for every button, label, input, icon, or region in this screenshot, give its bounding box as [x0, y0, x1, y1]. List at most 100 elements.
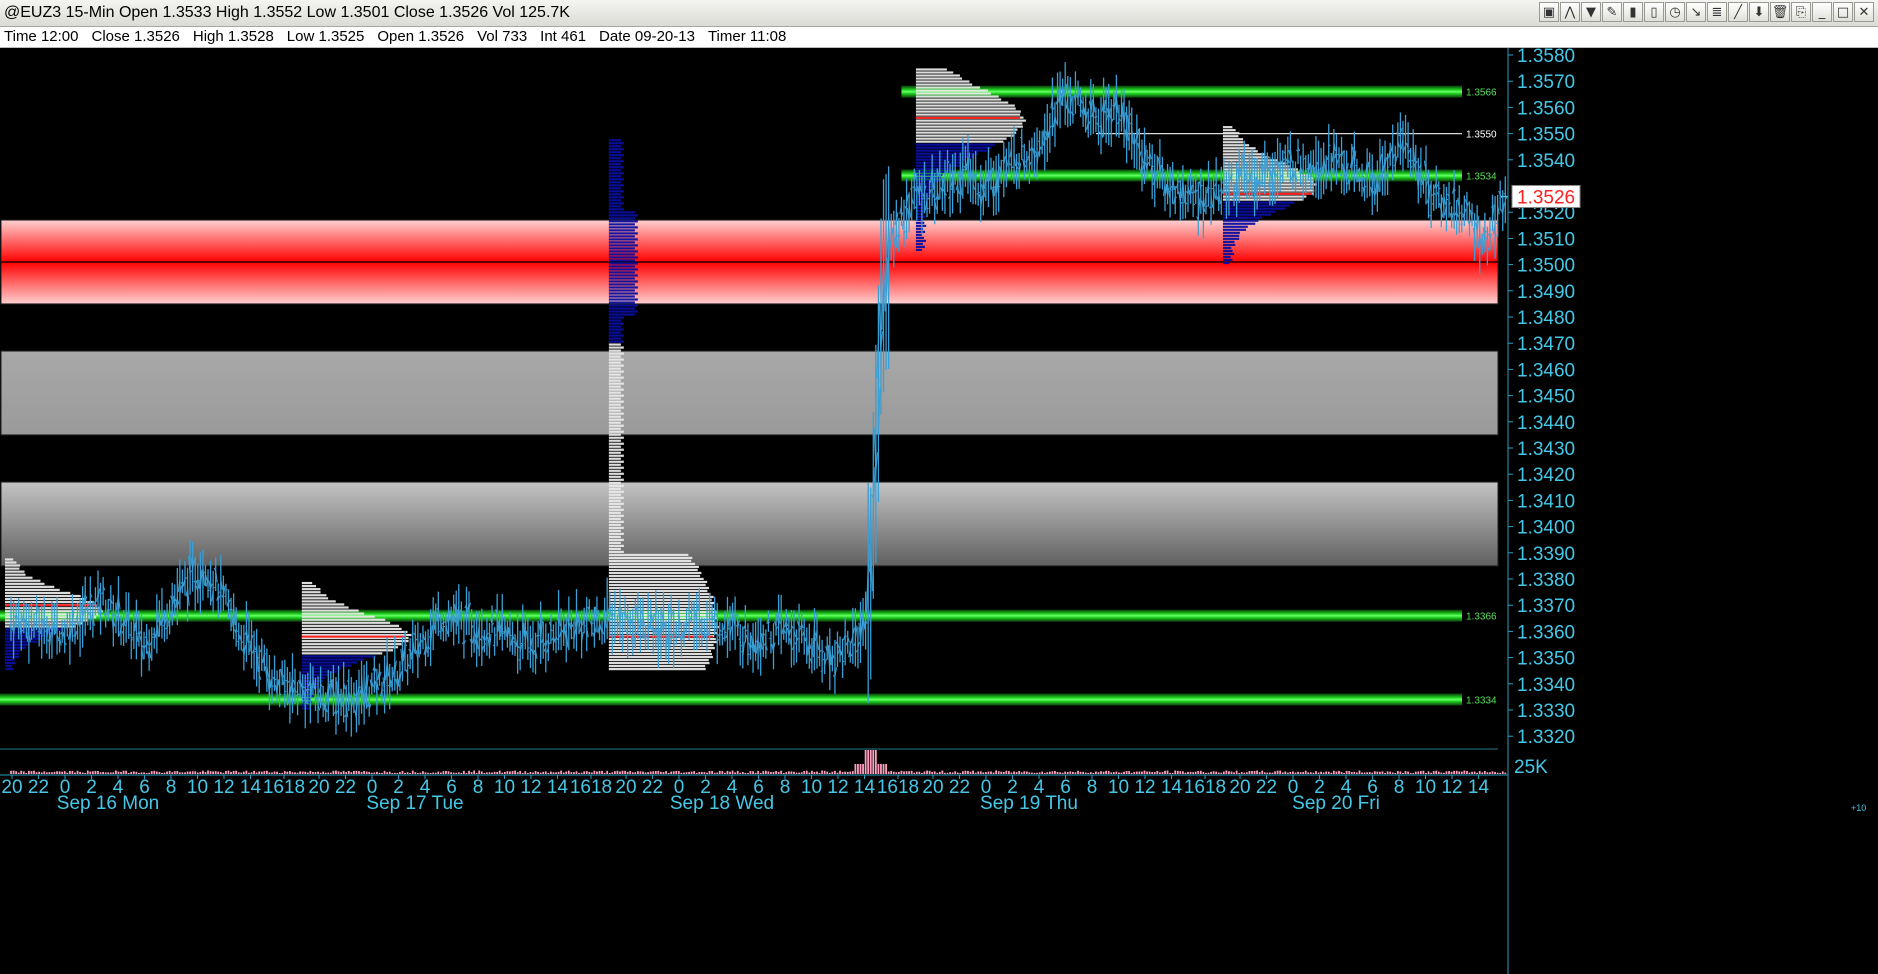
price-bar[interactable]: [1388, 142, 1393, 166]
price-bar[interactable]: [1209, 179, 1214, 225]
price-bar[interactable]: [1029, 137, 1035, 171]
price-bar[interactable]: [771, 623, 776, 670]
price-bar[interactable]: [415, 622, 420, 679]
price-bar[interactable]: [1431, 184, 1436, 212]
price-bar[interactable]: [147, 629, 152, 671]
price-bar[interactable]: [484, 617, 489, 656]
price-bar[interactable]: [1065, 76, 1070, 128]
price-bar[interactable]: [574, 588, 579, 652]
price-bar[interactable]: [88, 576, 93, 631]
price-bar[interactable]: [252, 630, 257, 680]
price-bar[interactable]: [1096, 108, 1101, 146]
price-bar[interactable]: [763, 629, 768, 659]
price-bar[interactable]: [584, 596, 589, 652]
price-bar[interactable]: [681, 622, 687, 647]
price-bar[interactable]: [840, 638, 845, 679]
price-bar[interactable]: [830, 645, 835, 672]
price-bar[interactable]: [336, 665, 341, 725]
price-bar[interactable]: [720, 623, 725, 646]
price-bar[interactable]: [505, 620, 510, 648]
price-bar[interactable]: [1045, 104, 1050, 163]
price-bar[interactable]: [1007, 141, 1011, 174]
price-bar[interactable]: [740, 626, 745, 669]
trash-icon[interactable]: 🗑: [1770, 2, 1790, 22]
drawing-icon[interactable]: ⋀: [1560, 2, 1580, 22]
price-bar[interactable]: [832, 639, 838, 694]
price-bar[interactable]: [1055, 72, 1060, 126]
price-bar[interactable]: [988, 157, 994, 190]
minimize-icon[interactable]: _: [1812, 2, 1832, 22]
price-bar[interactable]: [369, 672, 374, 695]
price-bar[interactable]: [410, 619, 415, 674]
price-bar[interactable]: [239, 624, 244, 651]
price-bar[interactable]: [1019, 128, 1024, 161]
price-bar[interactable]: [344, 685, 349, 732]
price-bar[interactable]: [594, 596, 600, 632]
price-bar[interactable]: [1326, 124, 1331, 177]
price-bar[interactable]: [241, 624, 246, 671]
price-bar[interactable]: [341, 661, 346, 723]
price-bar[interactable]: [510, 621, 515, 655]
link-icon[interactable]: ⎘: [1791, 2, 1811, 22]
price-bar[interactable]: [349, 677, 354, 737]
price-bar[interactable]: [1183, 184, 1188, 219]
price-bar[interactable]: [1178, 179, 1183, 221]
price-bar[interactable]: [1052, 102, 1058, 147]
indicator-icon[interactable]: ▼: [1581, 2, 1601, 22]
price-bar[interactable]: [937, 150, 942, 200]
price-bar[interactable]: [431, 597, 436, 651]
price-bar[interactable]: [1139, 139, 1145, 192]
price-bar[interactable]: [144, 623, 149, 654]
clock-icon[interactable]: ◷: [1665, 2, 1685, 22]
price-bar[interactable]: [405, 654, 410, 686]
price-bar[interactable]: [820, 639, 825, 683]
price-bar[interactable]: [551, 624, 556, 651]
price-bar[interactable]: [837, 636, 843, 663]
price-bar[interactable]: [134, 599, 139, 660]
line-tool-icon[interactable]: ╱: [1728, 2, 1748, 22]
price-bar[interactable]: [546, 633, 551, 661]
price-bar[interactable]: [1109, 99, 1114, 147]
price-bar[interactable]: [564, 616, 569, 663]
price-bar[interactable]: [1398, 112, 1403, 165]
pencil-icon[interactable]: ✎: [1602, 2, 1622, 22]
price-bar[interactable]: [1337, 147, 1342, 169]
price-bar[interactable]: [761, 624, 766, 657]
price-bar[interactable]: [1137, 128, 1142, 171]
price-bar[interactable]: [807, 623, 812, 669]
price-bar[interactable]: [1047, 112, 1052, 153]
price-bar[interactable]: [605, 577, 610, 640]
price-bar[interactable]: [1191, 175, 1196, 218]
price-bar[interactable]: [1170, 161, 1175, 204]
price-bar[interactable]: [1395, 122, 1400, 158]
price-bar[interactable]: [1352, 131, 1357, 192]
price-bar[interactable]: [1042, 113, 1047, 171]
price-bar[interactable]: [101, 577, 106, 606]
price-bar[interactable]: [377, 663, 382, 686]
price-bar[interactable]: [1464, 191, 1470, 221]
price-bar[interactable]: [492, 627, 497, 656]
price-bar[interactable]: [738, 624, 742, 666]
price-bar[interactable]: [717, 622, 722, 646]
price-bar[interactable]: [1382, 140, 1388, 196]
price-bar[interactable]: [781, 618, 786, 640]
price-bar[interactable]: [758, 617, 763, 676]
price-bar[interactable]: [1173, 186, 1178, 215]
price-bar[interactable]: [62, 619, 67, 654]
price-bar[interactable]: [845, 630, 850, 654]
price-bar[interactable]: [1370, 154, 1375, 216]
price-bar[interactable]: [733, 596, 738, 650]
price-bar[interactable]: [180, 569, 185, 594]
price-bar[interactable]: [1362, 178, 1367, 202]
price-bar[interactable]: [500, 593, 504, 651]
price-bar[interactable]: [996, 153, 1001, 212]
price-bar[interactable]: [1377, 138, 1383, 192]
price-bar[interactable]: [802, 618, 807, 655]
price-bar[interactable]: [472, 619, 477, 653]
price-bar[interactable]: [1403, 114, 1408, 159]
price-bar[interactable]: [817, 635, 822, 667]
price-bar[interactable]: [362, 664, 367, 725]
price-bar[interactable]: [525, 617, 530, 660]
price-bar[interactable]: [1024, 151, 1029, 173]
price-bar[interactable]: [725, 596, 730, 658]
